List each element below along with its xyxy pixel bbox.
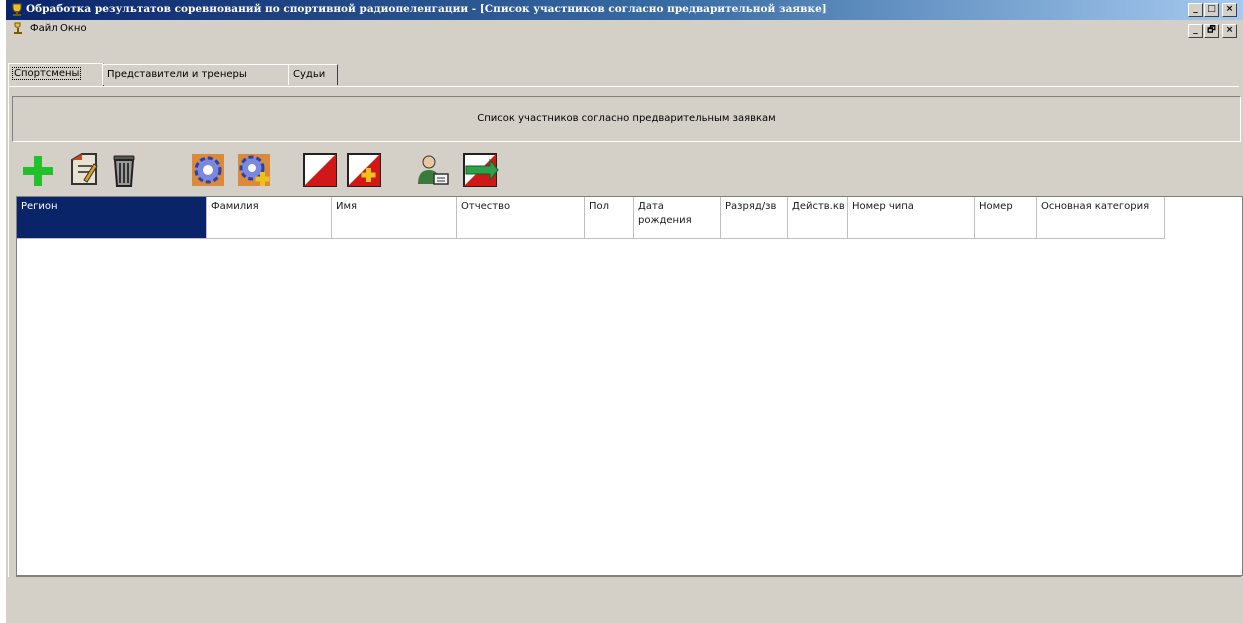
menu-file[interactable]: Файл (30, 23, 58, 34)
column-header-name[interactable]: Имя (332, 197, 457, 239)
trophy-icon (12, 3, 22, 16)
menu-window[interactable]: Окно (60, 23, 87, 34)
mdi-minimize-button[interactable]: _ (1188, 24, 1203, 38)
column-header-birth-date[interactable]: Дата рождения (634, 197, 721, 239)
control-point-button[interactable] (300, 150, 340, 190)
main-window: Обработка результатов соревнований по сп… (6, 0, 1243, 623)
status-bar (16, 576, 1241, 621)
settings-gear-icon (192, 154, 224, 186)
edit-icon (71, 153, 98, 185)
tab-representatives-label: Представители и тренеры (107, 69, 247, 80)
mdi-restore-button[interactable]: 🗗 (1204, 24, 1219, 38)
column-header-region[interactable]: Регион (17, 197, 207, 239)
export-flag-icon (463, 153, 499, 187)
settings-button[interactable] (188, 150, 228, 190)
participants-grid[interactable]: Регион Фамилия Имя Отчество Пол Дата рож… (16, 196, 1243, 576)
column-header-rank[interactable]: Разряд/зв (721, 197, 788, 239)
column-header-number[interactable]: Номер (975, 197, 1037, 239)
window-title: Обработка результатов соревнований по сп… (26, 3, 827, 15)
add-button[interactable] (18, 150, 58, 190)
list-caption-panel: Список участников согласно предварительн… (12, 96, 1241, 142)
add-icon (23, 156, 53, 186)
delete-icon (113, 155, 135, 187)
delete-button[interactable] (104, 150, 144, 190)
maximize-button[interactable]: □ (1204, 3, 1219, 17)
tab-judges-label: Судьи (293, 69, 326, 80)
tab-representatives[interactable]: Представители и тренеры (102, 64, 290, 85)
minimize-button[interactable]: _ (1188, 3, 1203, 17)
person-card-icon (418, 155, 449, 185)
column-header-chip-number[interactable]: Номер чипа (848, 197, 975, 239)
column-header-main-category[interactable]: Основная категория (1037, 197, 1165, 239)
toolbar (12, 146, 1239, 194)
title-bar[interactable]: Обработка результатов соревнований по сп… (6, 0, 1243, 20)
menu-bar: Файл Окно _ 🗗 × (6, 20, 1243, 38)
tab-judges[interactable]: Судьи (288, 64, 338, 85)
flag-control-add-icon (347, 153, 381, 187)
column-header-valid-qualification[interactable]: Действ.кв (788, 197, 848, 239)
close-button[interactable]: × (1222, 3, 1237, 17)
child-window-icon[interactable] (12, 22, 24, 36)
column-header-surname[interactable]: Фамилия (207, 197, 332, 239)
list-caption: Список участников согласно предварительн… (477, 113, 776, 124)
person-card-button[interactable] (412, 150, 452, 190)
mdi-close-button[interactable]: × (1222, 24, 1237, 38)
column-header-gender[interactable]: Пол (585, 197, 634, 239)
flag-control-icon (303, 153, 337, 187)
settings-gear-add-icon (238, 154, 270, 186)
settings-add-button[interactable] (234, 150, 274, 190)
column-header-patronymic[interactable]: Отчество (457, 197, 585, 239)
edit-button[interactable] (64, 150, 104, 190)
tab-athletes[interactable]: Спортсмены (8, 63, 104, 86)
export-button[interactable] (460, 150, 500, 190)
control-point-add-button[interactable] (344, 150, 384, 190)
tab-athletes-label: Спортсмены (11, 67, 82, 80)
